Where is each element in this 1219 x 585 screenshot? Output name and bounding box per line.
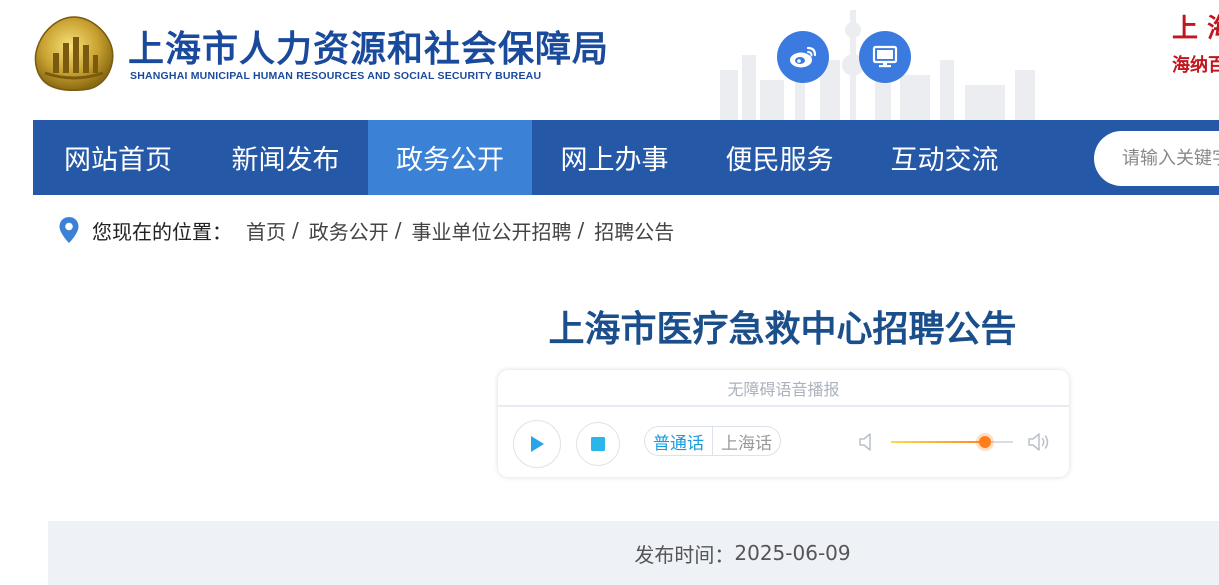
weibo-icon: [790, 46, 817, 68]
nav-item-home[interactable]: 网站首页: [33, 120, 203, 195]
stop-icon: [591, 437, 605, 451]
breadcrumb-separator: /: [577, 218, 585, 242]
nav-item-government-affairs[interactable]: 政务公开: [368, 120, 532, 195]
breadcrumb-public-recruitment[interactable]: 事业单位公开招聘: [412, 216, 572, 245]
site-header: 上海市人力资源和社会保障局 SHANGHAI MUNICIPAL HUMAN R…: [0, 0, 1219, 120]
site-subtitle: SHANGHAI MUNICIPAL HUMAN RESOURCES AND S…: [130, 70, 542, 82]
play-icon: [531, 436, 544, 452]
search-input[interactable]: [1122, 148, 1219, 169]
volume-high-icon[interactable]: [1027, 430, 1053, 454]
play-button[interactable]: [513, 420, 561, 468]
publish-date: 2025-06-09: [734, 541, 851, 565]
breadcrumb-government-affairs[interactable]: 政务公开: [309, 216, 389, 245]
breadcrumb-home[interactable]: 首页: [246, 216, 286, 245]
weibo-button[interactable]: [777, 31, 829, 83]
nav-item-online-services[interactable]: 网上办事: [532, 120, 697, 195]
site-title: 上海市人力资源和社会保障局: [128, 29, 610, 70]
volume-knob[interactable]: [978, 436, 991, 448]
audio-player: 无障碍语音播报 普通话 上海话: [498, 370, 1069, 477]
emblem-logo-icon[interactable]: [33, 15, 115, 91]
slogan-line2: 海纳百: [1172, 55, 1219, 76]
player-header: 无障碍语音播报: [498, 370, 1069, 407]
breadcrumb-separator: /: [292, 218, 299, 242]
lang-option-shanghainese[interactable]: 上海话: [713, 427, 780, 455]
publish-time-label: 发布时间：: [634, 542, 735, 567]
nav-item-public-services[interactable]: 便民服务: [697, 120, 862, 195]
slogan-line1: 上 海: [1172, 14, 1219, 44]
stop-button[interactable]: [576, 422, 620, 466]
article-title: 上海市医疗急救中心招聘公告: [548, 309, 1017, 350]
nav-item-news[interactable]: 新闻发布: [203, 120, 368, 195]
slogan-banner: 上 海 海纳百: [1172, 8, 1219, 77]
breadcrumb-recruitment-notice[interactable]: 招聘公告: [594, 216, 674, 245]
monitor-icon: [872, 45, 898, 68]
pc-version-button[interactable]: [859, 31, 911, 83]
article-meta-bar: 发布时间： 2025-06-09: [48, 521, 1219, 585]
breadcrumb: 您现在的位置： 首页 / 政务公开 / 事业单位公开招聘 / 招聘公告: [58, 215, 674, 245]
breadcrumb-label: 您现在的位置：: [92, 219, 232, 244]
lang-option-mandarin[interactable]: 普通话: [645, 427, 713, 455]
breadcrumb-separator: /: [394, 218, 402, 242]
volume-low-icon[interactable]: [858, 431, 876, 453]
volume-fill: [891, 441, 985, 443]
nav-item-interaction[interactable]: 互动交流: [862, 120, 1027, 195]
language-toggle: 普通话 上海话: [644, 426, 781, 456]
main-nav: 网站首页 新闻发布 政务公开 网上办事 便民服务 互动交流: [33, 120, 1219, 195]
volume-slider[interactable]: [891, 436, 1013, 448]
location-pin-icon: [59, 217, 79, 243]
search-box: [1094, 131, 1219, 186]
